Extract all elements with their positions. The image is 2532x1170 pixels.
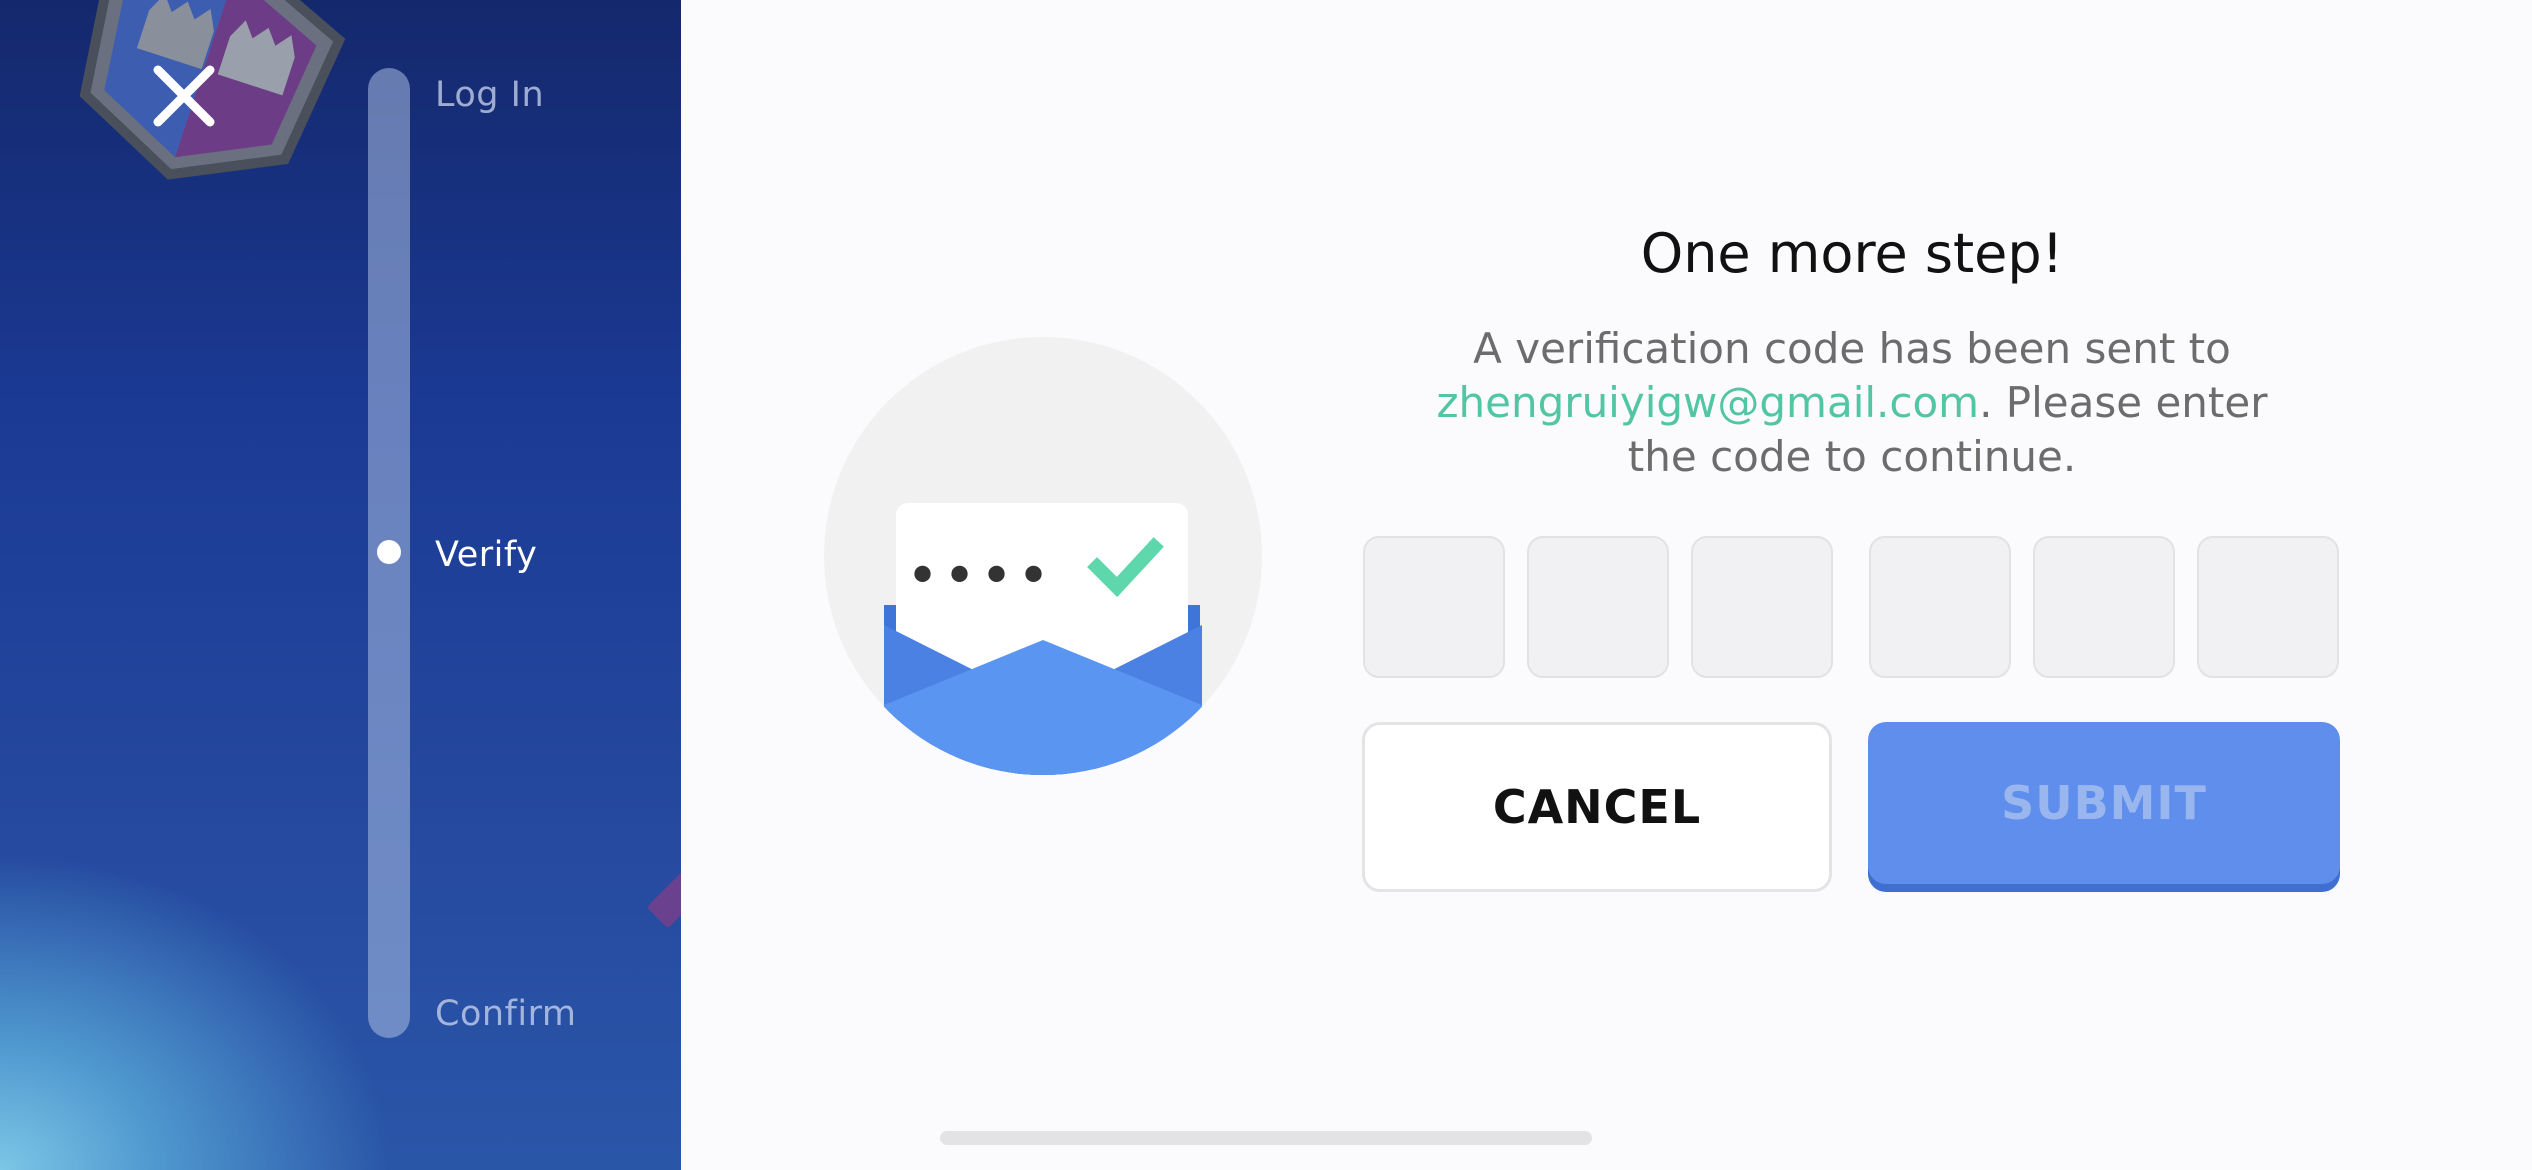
close-icon — [153, 65, 215, 127]
close-button[interactable] — [146, 58, 222, 134]
description-prefix: A verification code has been sent to — [1473, 324, 2231, 373]
email-link[interactable]: zhengruiyigw@gmail.com — [1437, 378, 1980, 427]
code-digit-6[interactable] — [2197, 536, 2339, 678]
step-log-in: Log In — [435, 75, 545, 115]
code-digit-4[interactable] — [1869, 536, 2011, 678]
code-digit-5[interactable] — [2033, 536, 2175, 678]
progress-current-dot — [377, 540, 401, 564]
progress-panel: Log In Verify Confirm — [0, 0, 681, 1170]
step-confirm: Confirm — [435, 994, 577, 1034]
email-verification-illustration: •••• — [824, 337, 1262, 775]
code-digit-3[interactable] — [1691, 536, 1833, 678]
home-indicator[interactable] — [940, 1131, 1592, 1145]
masked-code-text: •••• — [906, 544, 1054, 609]
submit-button[interactable]: SUBMIT — [1868, 722, 2340, 884]
code-digit-2[interactable] — [1527, 536, 1669, 678]
background-decoration — [646, 867, 681, 929]
cancel-button[interactable]: CANCEL — [1362, 722, 1832, 892]
code-digit-1[interactable] — [1363, 536, 1505, 678]
page-title: One more step! — [1640, 222, 2064, 285]
verification-description: A verification code has been sent to zhe… — [1432, 322, 2272, 484]
step-verify: Verify — [435, 535, 538, 575]
